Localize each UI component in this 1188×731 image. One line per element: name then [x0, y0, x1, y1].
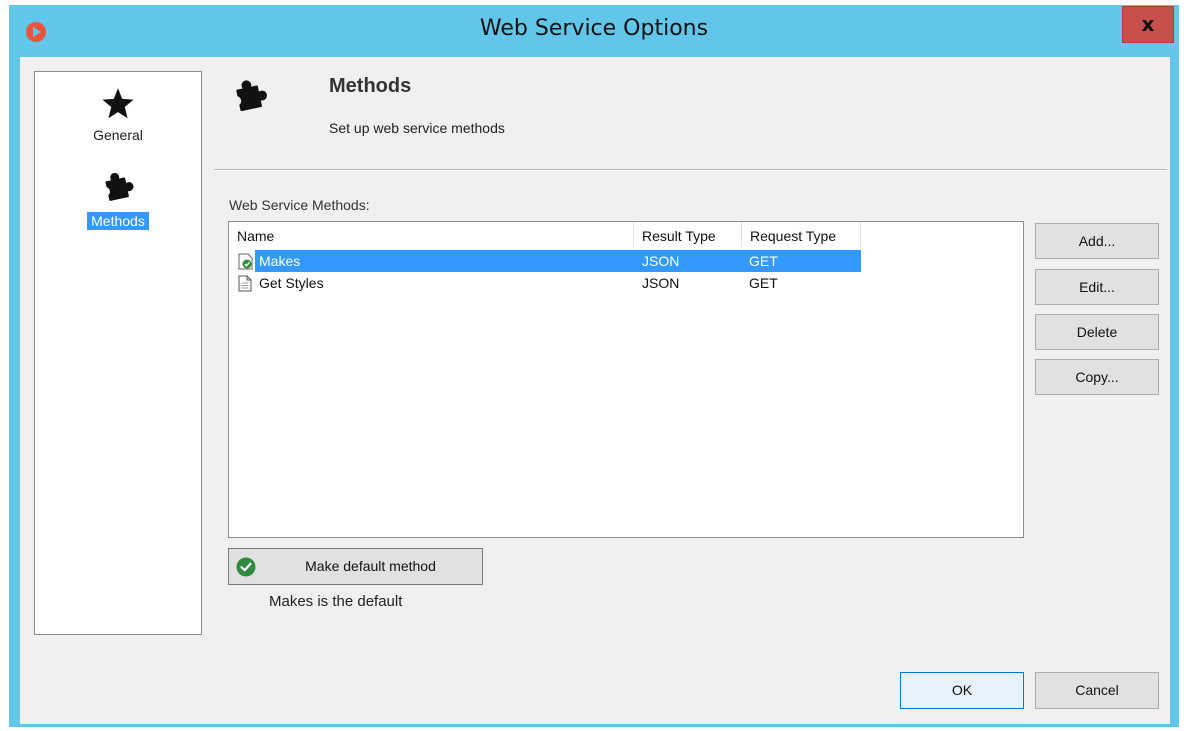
default-method-icon	[238, 253, 253, 270]
close-button[interactable]: x	[1122, 6, 1174, 43]
options-sidebar: General Methods	[34, 71, 202, 635]
page-subtitle: Set up web service methods	[329, 120, 505, 136]
table-row[interactable]: Makes JSON GET	[229, 250, 861, 272]
sidebar-item-methods[interactable]: Methods	[35, 168, 201, 230]
delete-button[interactable]: Delete	[1035, 314, 1159, 350]
column-header-request-type[interactable]: Request Type	[742, 222, 861, 247]
column-header-result-type[interactable]: Result Type	[634, 222, 742, 247]
make-default-method-button[interactable]: Make default method	[228, 548, 483, 585]
window-title: Web Service Options	[479, 16, 709, 41]
ok-button[interactable]: OK	[900, 672, 1024, 709]
default-method-status: Makes is the default	[269, 593, 403, 610]
puzzle-icon	[100, 172, 134, 201]
cell-name: Makes	[259, 253, 301, 269]
puzzle-icon	[231, 80, 268, 112]
sidebar-item-general[interactable]: General	[35, 86, 201, 144]
column-header-name[interactable]: Name	[229, 222, 634, 247]
sidebar-item-label: General	[93, 127, 143, 143]
edit-button[interactable]: Edit...	[1035, 269, 1159, 305]
copy-button[interactable]: Copy...	[1035, 359, 1159, 395]
header-divider	[214, 169, 1167, 171]
dialog-window: Web Service Options x General Methods Me…	[9, 5, 1179, 727]
document-icon	[238, 275, 252, 292]
title-bar[interactable]: Web Service Options x	[9, 5, 1179, 57]
star-icon	[102, 88, 134, 119]
make-default-method-label: Make default method	[305, 558, 436, 574]
cell-request-type: GET	[749, 275, 778, 291]
cell-result-type: JSON	[642, 275, 680, 291]
page-title: Methods	[329, 75, 412, 97]
dialog-client-area: General Methods Methods Set up web servi…	[20, 57, 1170, 724]
table-row[interactable]: Get Styles JSON GET	[229, 272, 861, 294]
cell-request-type: GET	[749, 253, 778, 269]
cell-name: Get Styles	[259, 275, 324, 291]
add-button[interactable]: Add...	[1035, 223, 1159, 259]
methods-list-label: Web Service Methods:	[229, 197, 370, 213]
sidebar-item-label: Methods	[87, 212, 149, 230]
cancel-button[interactable]: Cancel	[1035, 672, 1159, 709]
cell-result-type: JSON	[642, 253, 680, 269]
list-header: Name Result Type Request Type	[229, 222, 1023, 247]
methods-list[interactable]: Name Result Type Request Type Makes JSON…	[228, 221, 1024, 538]
